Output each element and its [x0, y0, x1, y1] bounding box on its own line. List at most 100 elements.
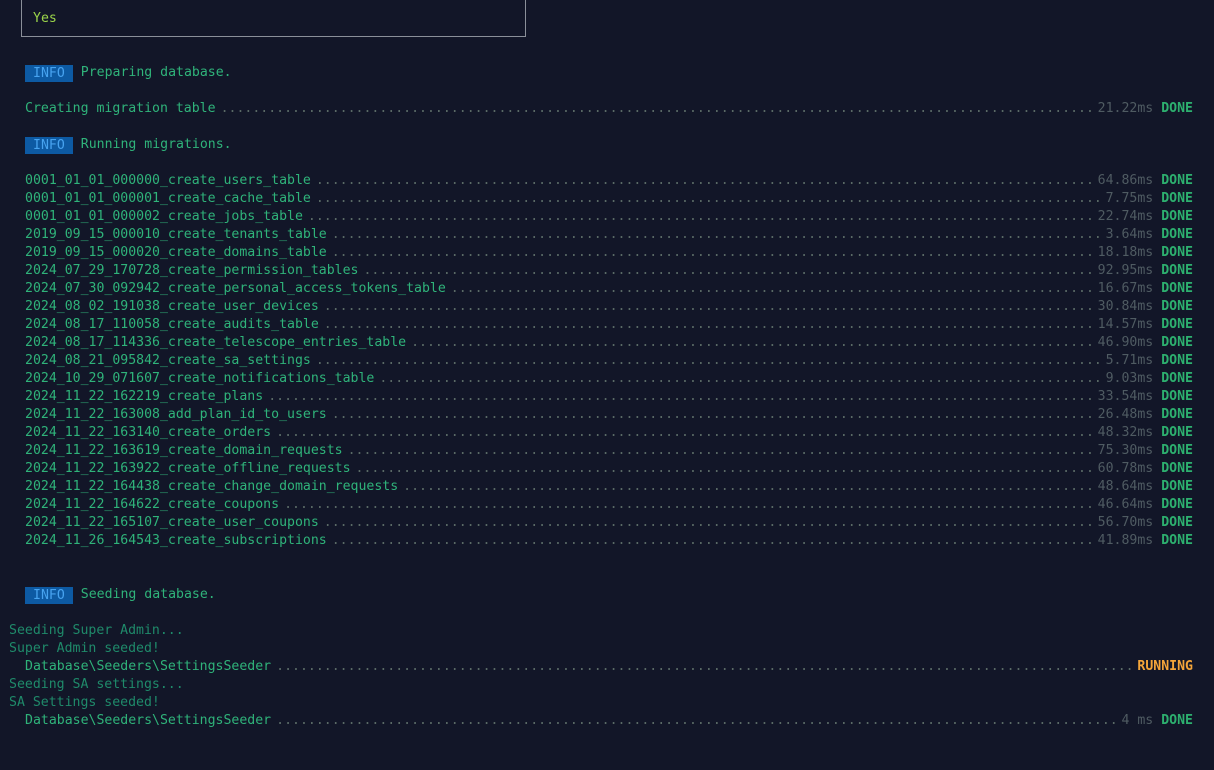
migration-status: DONE [1161, 173, 1193, 188]
dot-leader [268, 388, 1092, 406]
seeder-task: Database\Seeders\SettingsSeeder 4 ms DON… [25, 712, 1193, 730]
migration-row: 2024_08_17_110058_create_audits_table 14.… [25, 316, 1193, 334]
migration-status: DONE [1161, 299, 1193, 314]
migration-name: 2024_07_29_170728_create_permission_tabl… [25, 263, 359, 278]
migration-status: DONE [1161, 317, 1193, 332]
dot-leader [348, 442, 1093, 460]
migration-row: 2024_08_02_191038_create_user_devices 30.… [25, 298, 1193, 316]
info-badge: INFO [25, 136, 73, 154]
migration-name: 2024_11_22_164622_create_coupons [25, 497, 280, 512]
prompt-answer-box [21, 0, 526, 37]
migration-status: DONE [1161, 191, 1193, 206]
migration-row: 2024_11_26_164543_create_subscriptions 41… [25, 532, 1193, 550]
migration-name: 2024_10_29_071607_create_notifications_t… [25, 371, 375, 386]
migration-row: 2024_11_22_164438_create_change_domain_r… [25, 478, 1193, 496]
migration-time: 22.74ms [1097, 209, 1154, 224]
migration-status: DONE [1161, 425, 1193, 440]
migration-name: 2024_11_22_165107_create_user_coupons [25, 515, 319, 530]
migration-time: 7.75ms [1105, 191, 1154, 206]
seed-log-line: SA Settings seeded! [9, 695, 160, 710]
migration-name: 2024_08_02_191038_create_user_devices [25, 299, 319, 314]
seeder-task: Database\Seeders\SettingsSeeder RUNNING [25, 658, 1193, 676]
migration-time: 3.64ms [1105, 227, 1154, 242]
migration-name: 2024_08_21_095842_create_sa_settings [25, 353, 311, 368]
info-badge: INFO [25, 586, 73, 604]
dot-leader [332, 406, 1093, 424]
info-preparing: INFO Preparing database. [25, 64, 232, 82]
dot-leader [363, 262, 1092, 280]
migration-time: 33.54ms [1097, 389, 1154, 404]
dot-leader [332, 244, 1093, 262]
dot-leader [276, 658, 1132, 676]
info-seeding: INFO Seeding database. [25, 586, 216, 604]
migration-row: 2024_11_22_162219_create_plans 33.54ms DON… [25, 388, 1193, 406]
migration-name: 0001_01_01_000002_create_jobs_table [25, 209, 303, 224]
migration-name: 2024_11_22_162219_create_plans [25, 389, 264, 404]
migration-status: DONE [1161, 479, 1193, 494]
dot-leader [276, 424, 1093, 442]
migration-name: 2024_11_22_163008_add_plan_id_to_users [25, 407, 327, 422]
migration-row: 2024_11_22_163922_create_offline_request… [25, 460, 1193, 478]
dot-leader [411, 334, 1093, 352]
seed-log-line: Super Admin seeded! [9, 641, 160, 656]
seed-log-line: Seeding SA settings... [9, 677, 184, 692]
migration-time: 60.78ms [1097, 461, 1154, 476]
migration-status: DONE [1161, 497, 1193, 512]
migration-row: 0001_01_01_000000_create_users_table 64.8… [25, 172, 1193, 190]
migration-name: 2024_11_22_163619_create_domain_requests [25, 443, 343, 458]
migration-name: 0001_01_01_000001_create_cache_table [25, 191, 311, 206]
task-status: RUNNING [1137, 659, 1193, 674]
dot-leader [284, 496, 1093, 514]
dot-leader [332, 226, 1101, 244]
migration-row: 2024_08_21_095842_create_sa_settings 5.71… [25, 352, 1193, 370]
migration-name: 2024_07_30_092942_create_personal_access… [25, 281, 446, 296]
migration-time: 41.89ms [1097, 533, 1154, 548]
migration-name: 2024_11_26_164543_create_subscriptions [25, 533, 327, 548]
migration-name: 2024_08_17_114336_create_telescope_entri… [25, 335, 407, 350]
migration-name: 2024_11_22_163140_create_orders [25, 425, 272, 440]
migration-row: 2019_09_15_000010_create_tenants_table 3.… [25, 226, 1193, 244]
info-message: Preparing database. [80, 65, 232, 80]
migration-time: 75.30ms [1097, 443, 1154, 458]
migration-row: 0001_01_01_000001_create_cache_table 7.75… [25, 190, 1193, 208]
task-name: Database\Seeders\SettingsSeeder [25, 659, 272, 674]
dot-leader [316, 190, 1101, 208]
migration-name: 2019_09_15_000010_create_tenants_table [25, 227, 327, 242]
migration-row: 2024_11_22_163140_create_orders 48.32ms DO… [25, 424, 1193, 442]
dot-leader [403, 478, 1092, 496]
dot-leader [332, 532, 1093, 550]
migration-status: DONE [1161, 263, 1193, 278]
info-badge: INFO [25, 64, 73, 82]
migration-status: DONE [1161, 335, 1193, 350]
migration-row: 2024_11_22_163008_add_plan_id_to_users 26… [25, 406, 1193, 424]
migration-row: 2024_11_22_165107_create_user_coupons 56.… [25, 514, 1193, 532]
task-time: 21.22ms [1097, 101, 1154, 116]
info-message: Running migrations. [80, 137, 232, 152]
migration-row: 2024_11_22_164622_create_coupons 46.64ms D… [25, 496, 1193, 514]
migration-time: 48.32ms [1097, 425, 1154, 440]
migration-status: DONE [1161, 353, 1193, 368]
migration-row: 2024_11_22_163619_create_domain_requests… [25, 442, 1193, 460]
migration-status: DONE [1161, 227, 1193, 242]
dot-leader [451, 280, 1093, 298]
migration-time: 5.71ms [1105, 353, 1154, 368]
migration-time: 26.48ms [1097, 407, 1154, 422]
dot-leader [356, 460, 1093, 478]
migration-table-task: Creating migration table 21.22ms DONE [25, 100, 1193, 118]
task-time: 4 ms [1121, 713, 1154, 728]
migration-time: 46.90ms [1097, 335, 1154, 350]
migration-name: 2019_09_15_000020_create_domains_table [25, 245, 327, 260]
migration-status: DONE [1161, 281, 1193, 296]
migration-row: 2024_07_30_092942_create_personal_access… [25, 280, 1193, 298]
migration-status: DONE [1161, 209, 1193, 224]
dot-leader [221, 100, 1093, 118]
migration-row: 2024_07_29_170728_create_permission_tabl… [25, 262, 1193, 280]
migration-name: 2024_11_22_164438_create_change_domain_r… [25, 479, 399, 494]
task-name: Database\Seeders\SettingsSeeder [25, 713, 272, 728]
migration-time: 16.67ms [1097, 281, 1154, 296]
dot-leader [324, 514, 1093, 532]
migration-status: DONE [1161, 515, 1193, 530]
migration-time: 18.18ms [1097, 245, 1154, 260]
info-message: Seeding database. [80, 587, 216, 602]
seed-log-line: Seeding Super Admin... [9, 623, 184, 638]
